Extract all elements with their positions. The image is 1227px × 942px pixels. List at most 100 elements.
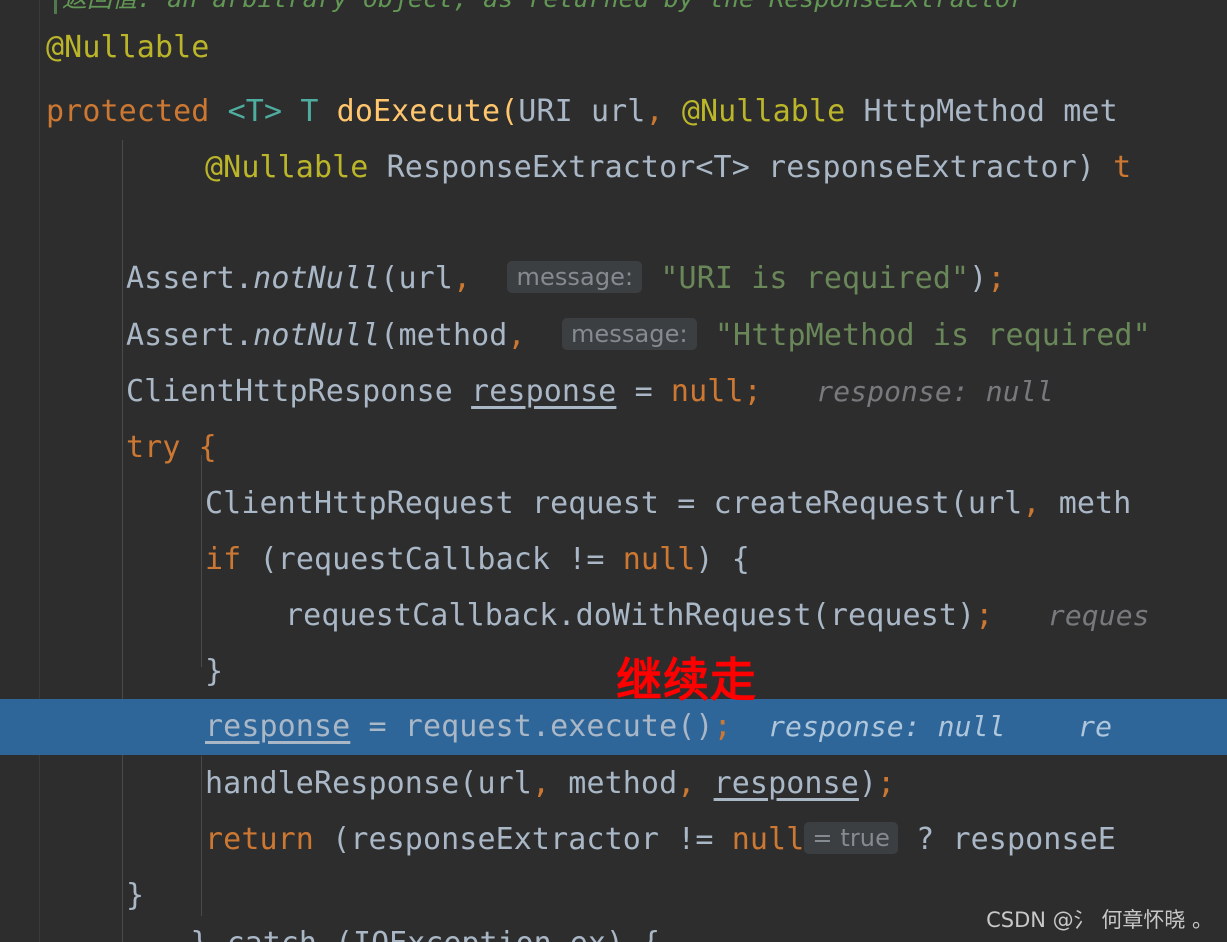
receiver-token: requestCallback (285, 598, 558, 633)
arg-token: request (829, 598, 958, 633)
close-brace-token: } (126, 878, 145, 913)
catch-clause-text: } catch (IOException ex) { (46, 926, 660, 942)
code-line-assert-method[interactable]: Assert.notNull(method, message: "HttpMet… (0, 308, 1227, 364)
arg-clipped: meth (1058, 486, 1132, 521)
open-paren-token: ( (811, 598, 830, 633)
close-paren-token: ) (1076, 150, 1095, 185)
return-keyword-token: return (205, 822, 314, 857)
expression-clipped: responseE (952, 822, 1116, 857)
param-name-token: responseExtractor (768, 150, 1077, 185)
dot-token: . (557, 598, 576, 633)
parens-token: () (677, 709, 714, 744)
null-literal-token: null (731, 822, 805, 857)
open-paren-token: ( (380, 261, 399, 296)
code-line-if-request-callback[interactable]: if (requestCallback != null) { (0, 532, 1227, 588)
semicolon-token: ; (987, 261, 1006, 296)
condition-var-token: requestCallback (277, 542, 551, 577)
variable-name-token: response (471, 374, 617, 409)
null-literal-token: null (622, 542, 696, 577)
comma-token: , (507, 318, 526, 353)
modifier-token: protected (46, 94, 210, 129)
method-call-token: handleResponse (205, 766, 460, 801)
red-annotation-note: 继续走 (616, 653, 757, 707)
close-brace-token: } (205, 654, 224, 689)
ternary-token: ? (897, 822, 953, 857)
debugger-inline-value[interactable]: response: null (816, 375, 1053, 408)
method-name-token: doExecute (336, 94, 501, 129)
open-paren-token: ( (459, 766, 478, 801)
code-line-current-execution[interactable]: response = request.execute(); response: … (0, 699, 1227, 755)
receiver-token: request (404, 709, 532, 744)
throws-clipped: t (1113, 150, 1132, 185)
javadoc-comment-line: 返回值: an arbitrary object, as returned by… (0, 0, 1227, 14)
open-paren-token: ( (380, 318, 399, 353)
param-type-token: ResponseExtractor<T> (386, 150, 750, 185)
code-line-close-brace-inner[interactable]: } (0, 644, 1227, 700)
code-line-try[interactable]: try { (0, 420, 1227, 476)
close-paren-token: ) (858, 766, 878, 801)
code-line-create-request[interactable]: ClientHttpRequest request = createReques… (0, 476, 1227, 532)
variable-type-token: ClientHttpResponse (126, 374, 453, 409)
semicolon-token: ; (713, 709, 732, 744)
csdn-watermark: CSDN @氵 何章怀晓 。 (986, 908, 1213, 932)
comma-token: , (1022, 486, 1041, 521)
arg-token: url (967, 486, 1023, 521)
dot-token: . (531, 709, 551, 744)
param-name-token: url (590, 94, 646, 129)
close-paren-brace-token: ) { (695, 542, 750, 577)
code-line-signature-continuation[interactable]: @Nullable ResponseExtractor<T> responseE… (0, 140, 1227, 196)
code-line-response-declaration[interactable]: ClientHttpResponse response = null; resp… (0, 364, 1227, 420)
javadoc-comment-text: 返回值: an arbitrary object, as returned by… (0, 0, 1025, 14)
debugger-inline-value[interactable]: response: null (768, 710, 1005, 743)
assert-method-token: notNull (253, 318, 381, 353)
inlay-hint-message[interactable]: message: (507, 261, 643, 293)
dot-token: . (234, 318, 254, 353)
annotation-token: @Nullable (46, 30, 210, 65)
param-name-clipped: met (1063, 94, 1118, 129)
variable-token: responseExtractor (350, 822, 660, 857)
inlay-hint-evaluated-value[interactable]: = true (804, 822, 898, 854)
code-line-do-with-request[interactable]: requestCallback.doWithRequest(request); … (0, 588, 1227, 644)
assert-receiver-token: Assert (126, 318, 235, 353)
param-type-token: URI (518, 94, 573, 129)
arg-token: method (568, 766, 678, 801)
dot-token: . (234, 261, 254, 296)
semicolon-token: ; (877, 766, 896, 801)
comma-token: , (677, 766, 696, 801)
comma-token: , (531, 766, 551, 801)
code-line-handle-response[interactable]: handleResponse(url, method, response); (0, 756, 1227, 812)
code-line-return[interactable]: return (responseExtractor != null = true … (0, 812, 1227, 868)
equals-token: = (677, 486, 696, 521)
generic-token: <T> (227, 94, 283, 129)
if-keyword-token: if (205, 542, 242, 577)
method-call-token: doWithRequest (575, 598, 812, 633)
param-annotation-token: @Nullable (205, 150, 369, 185)
semicolon-token: ; (743, 374, 762, 409)
assert-arg-token: method (398, 318, 508, 353)
variable-name-token: response (205, 709, 351, 744)
close-paren-token: ) (957, 598, 976, 633)
open-paren-token: ( (313, 822, 351, 857)
variable-name-token: request (531, 486, 660, 521)
assert-arg-token: url (398, 261, 453, 296)
code-line-method-signature[interactable]: protected <T> T doExecute(URI url, @Null… (0, 84, 1227, 140)
close-paren-token: ) (969, 261, 988, 296)
method-call-token: createRequest (713, 486, 950, 521)
code-editor[interactable]: 返回值: an arbitrary object, as returned by… (0, 0, 1227, 942)
debugger-inline-value-clipped[interactable]: re (1078, 710, 1112, 743)
open-paren-token: ( (500, 94, 519, 129)
null-literal-token: null (670, 374, 744, 409)
arg-token: response (713, 766, 859, 801)
equals-token: = (634, 374, 653, 409)
operator-token: != (659, 822, 732, 857)
code-line-nullable-annotation[interactable]: @Nullable (0, 20, 1227, 76)
inlay-hint-message[interactable]: message: (561, 318, 697, 350)
code-line-assert-url[interactable]: Assert.notNull(url, message: "URI is req… (0, 251, 1227, 307)
assert-receiver-token: Assert (126, 261, 235, 296)
return-type-token: T (300, 94, 319, 129)
debugger-inline-value-clipped[interactable]: reques (1048, 599, 1150, 632)
equals-token: = (350, 709, 405, 744)
comma-token: , (645, 94, 664, 129)
operator-token: != (550, 542, 623, 577)
assert-method-token: notNull (253, 261, 381, 296)
